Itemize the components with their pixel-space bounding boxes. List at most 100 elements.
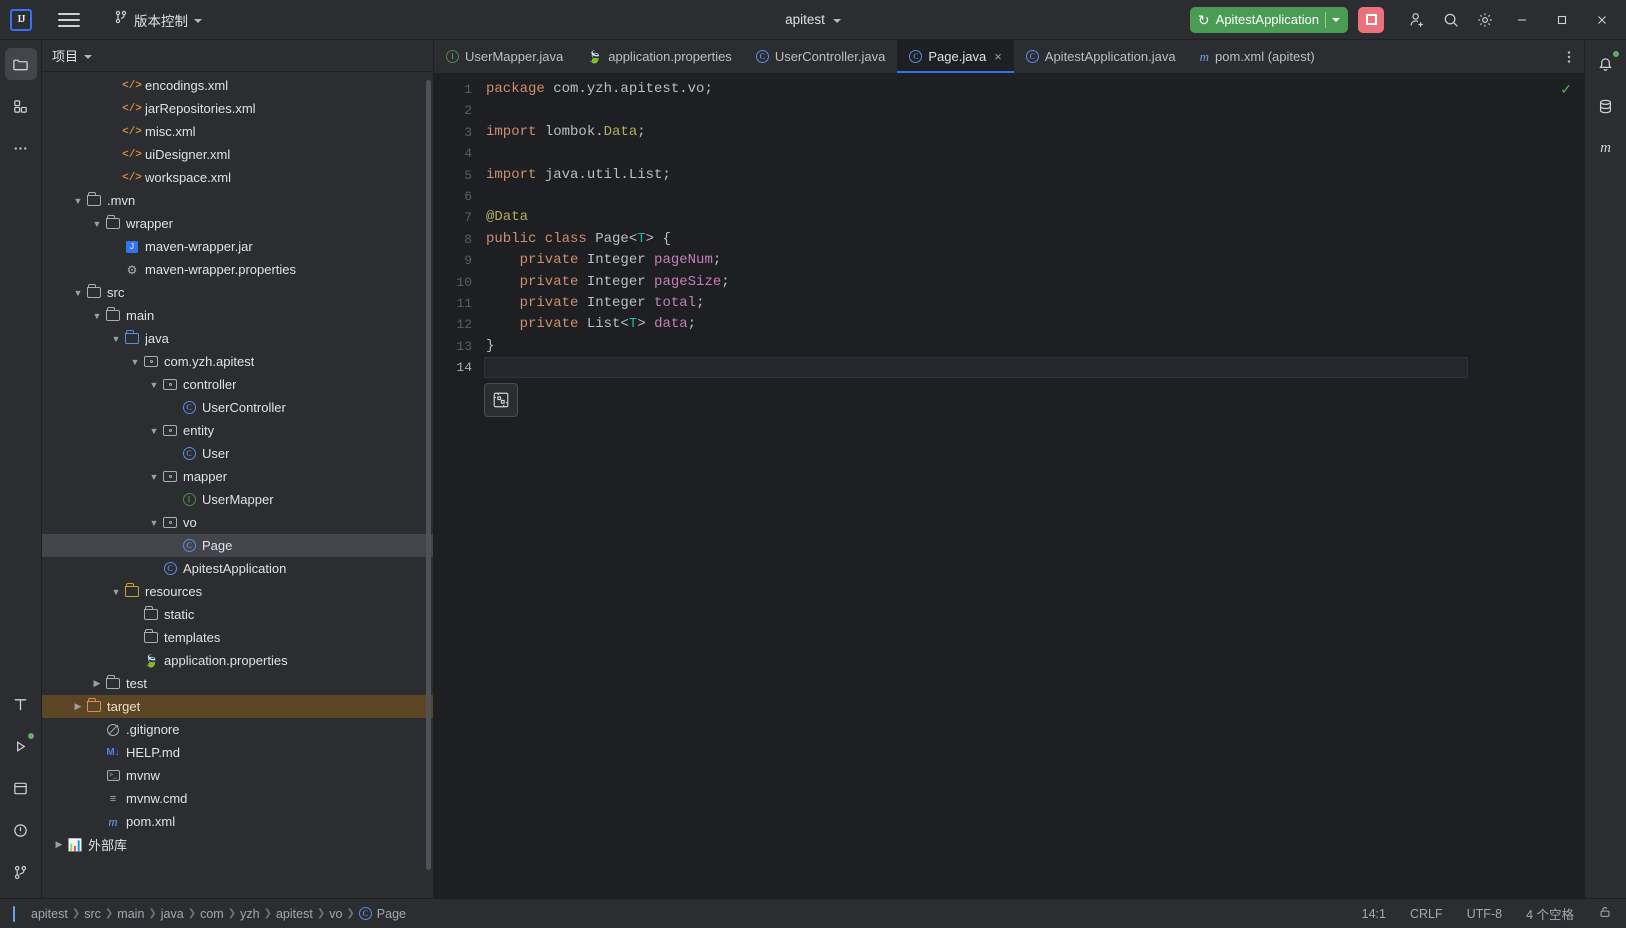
stop-button[interactable] (1358, 6, 1384, 33)
code-line[interactable] (484, 186, 1468, 207)
minimize-window-button[interactable] (1502, 0, 1542, 40)
code-with-me-icon[interactable] (484, 383, 518, 417)
intellij-logo-icon[interactable]: IJ (10, 8, 32, 31)
chevron-down-icon[interactable]: ▼ (147, 472, 161, 482)
chevron-down-icon[interactable]: ▼ (109, 587, 123, 597)
vertical-ellipsis-icon[interactable] (1554, 40, 1584, 73)
chevron-down-icon[interactable]: ▼ (147, 426, 161, 436)
tree-item-pom-xml[interactable]: m pom.xml (42, 810, 433, 833)
chevron-down-icon[interactable] (84, 54, 93, 59)
close-icon[interactable]: × (994, 49, 1002, 64)
line-number[interactable]: 11 (434, 293, 484, 314)
sidebar-item-services[interactable] (5, 772, 37, 804)
tree-item-vo[interactable]: ▼ vo (42, 511, 433, 534)
indent-setting[interactable]: 4 个空格 (1522, 902, 1578, 925)
chevron-down-icon[interactable] (1332, 17, 1340, 22)
chevron-down-icon[interactable]: ▼ (109, 334, 123, 344)
breadcrumb-item-apitest[interactable]: apitest (273, 905, 316, 923)
breadcrumb-item-vo[interactable]: vo (326, 905, 345, 923)
breadcrumb-item-page[interactable]: C Page (356, 905, 409, 923)
code-line[interactable] (484, 357, 1468, 379)
tree-item-java[interactable]: ▼ java (42, 327, 433, 350)
chevron-right-icon[interactable]: ▶ (52, 839, 66, 850)
unlocked-icon[interactable] (1594, 903, 1616, 924)
line-number[interactable]: 3 (434, 122, 484, 143)
code-line[interactable]: } (484, 336, 1468, 357)
line-number[interactable]: 10 (434, 272, 484, 293)
line-number[interactable]: 2 (434, 100, 484, 121)
code-line[interactable]: import java.util.List; (484, 165, 1468, 186)
breadcrumb-item-main[interactable]: main (114, 905, 147, 923)
line-number[interactable]: 12 (434, 314, 484, 335)
close-window-button[interactable] (1582, 0, 1622, 40)
line-number[interactable]: 13 (434, 336, 484, 357)
code-line[interactable]: import lombok.Data; (484, 122, 1468, 143)
line-number[interactable]: 1 (434, 79, 484, 100)
code-line[interactable]: @Data (484, 207, 1468, 228)
project-tree-scrollbar[interactable] (426, 80, 431, 870)
sidebar-item-more[interactable] (5, 132, 37, 164)
tree-item--gitignore[interactable]: .gitignore (42, 718, 433, 741)
chevron-right-icon[interactable]: ▶ (71, 701, 85, 712)
chevron-right-icon[interactable]: ▶ (90, 678, 104, 689)
breadcrumb-item-yzh[interactable]: yzh (237, 905, 262, 923)
tree-item-misc-xml[interactable]: </> misc.xml (42, 120, 433, 143)
tree-item-maven-wrapper-jar[interactable]: Jmaven-wrapper.jar (42, 235, 433, 258)
tree-item-encodings-xml[interactable]: </> encodings.xml (42, 74, 433, 97)
editor-tab-usermapper-java[interactable]: I UserMapper.java (434, 40, 575, 73)
tree-item-maven-wrapper-properties[interactable]: ⚙ maven-wrapper.properties (42, 258, 433, 281)
code-content[interactable]: package com.yzh.apitest.vo; import lombo… (484, 73, 1468, 898)
tree-item-page[interactable]: C Page (42, 534, 433, 557)
tree-item-uidesigner-xml[interactable]: </> uiDesigner.xml (42, 143, 433, 166)
settings-gear-button[interactable] (1468, 3, 1502, 37)
tree-item-templates[interactable]: templates (42, 626, 433, 649)
chevron-down-icon[interactable]: ▼ (147, 380, 161, 390)
sidebar-item-terminal[interactable] (5, 688, 37, 720)
editor-tab-page-java[interactable]: C Page.java × (897, 40, 1015, 73)
line-number[interactable]: 9 (434, 250, 484, 271)
code-line[interactable] (484, 100, 1468, 121)
editor-tab-pom-xml-apitest-[interactable]: m pom.xml (apitest) (1188, 40, 1327, 73)
tree-item-mvnw[interactable]: >_ mvnw (42, 764, 433, 787)
code-line[interactable]: private List<T> data; (484, 314, 1468, 335)
chevron-down-icon[interactable]: ▼ (90, 219, 104, 229)
tree-item-jarrepositories-xml[interactable]: </> jarRepositories.xml (42, 97, 433, 120)
tree-item-controller[interactable]: ▼ controller (42, 373, 433, 396)
tree-item-target[interactable]: ▶ target (42, 695, 433, 718)
sidebar-item-notifications[interactable] (1590, 48, 1622, 80)
project-title-widget[interactable]: apitest (777, 9, 849, 30)
chevron-down-icon[interactable]: ▼ (90, 311, 104, 321)
line-number[interactable]: 8 (434, 229, 484, 250)
tree-item-workspace-xml[interactable]: </> workspace.xml (42, 166, 433, 189)
tree-item-entity[interactable]: ▼ entity (42, 419, 433, 442)
sidebar-item-project[interactable] (4, 48, 37, 80)
maximize-window-button[interactable] (1542, 0, 1582, 40)
sidebar-item-run[interactable] (5, 730, 37, 762)
tree-item-mapper[interactable]: ▼ mapper (42, 465, 433, 488)
code-line[interactable]: private Integer pageSize; (484, 272, 1468, 293)
code-line[interactable]: private Integer pageNum; (484, 250, 1468, 271)
editor-tab-application-properties[interactable]: 🍃 application.properties (575, 40, 744, 73)
editor-tab-usercontroller-java[interactable]: C UserController.java (744, 40, 898, 73)
tree-item--[interactable]: ▶ 📊 外部库 (42, 833, 433, 856)
tree-item-wrapper[interactable]: ▼ wrapper (42, 212, 433, 235)
caret-position[interactable]: 14:1 (1358, 905, 1390, 923)
chevron-down-icon[interactable]: ▼ (71, 196, 85, 206)
chevron-down-icon[interactable]: ▼ (71, 288, 85, 298)
tree-item-usermapper[interactable]: I UserMapper (42, 488, 433, 511)
line-number[interactable]: 6 (434, 186, 484, 207)
tree-item-static[interactable]: static (42, 603, 433, 626)
chevron-down-icon[interactable]: ▼ (128, 357, 142, 367)
code-line[interactable]: package com.yzh.apitest.vo; (484, 79, 1468, 100)
tree-item-resources[interactable]: ▼ resources (42, 580, 433, 603)
tree-item-application-properties[interactable]: 🍃 application.properties (42, 649, 433, 672)
main-menu-icon[interactable] (58, 9, 80, 31)
check-icon[interactable]: ✓ (1560, 81, 1572, 98)
tree-item-apitestapplication[interactable]: C ApitestApplication (42, 557, 433, 580)
editor-gutter[interactable]: 1 2 3 4 5 6 7 8 9 10 11 12 13 14 (434, 73, 484, 898)
line-number[interactable]: 7 (434, 207, 484, 228)
code-line[interactable]: private Integer total; (484, 293, 1468, 314)
tree-item-usercontroller[interactable]: C UserController (42, 396, 433, 419)
tree-item-src[interactable]: ▼ src (42, 281, 433, 304)
file-encoding[interactable]: UTF-8 (1463, 905, 1506, 923)
